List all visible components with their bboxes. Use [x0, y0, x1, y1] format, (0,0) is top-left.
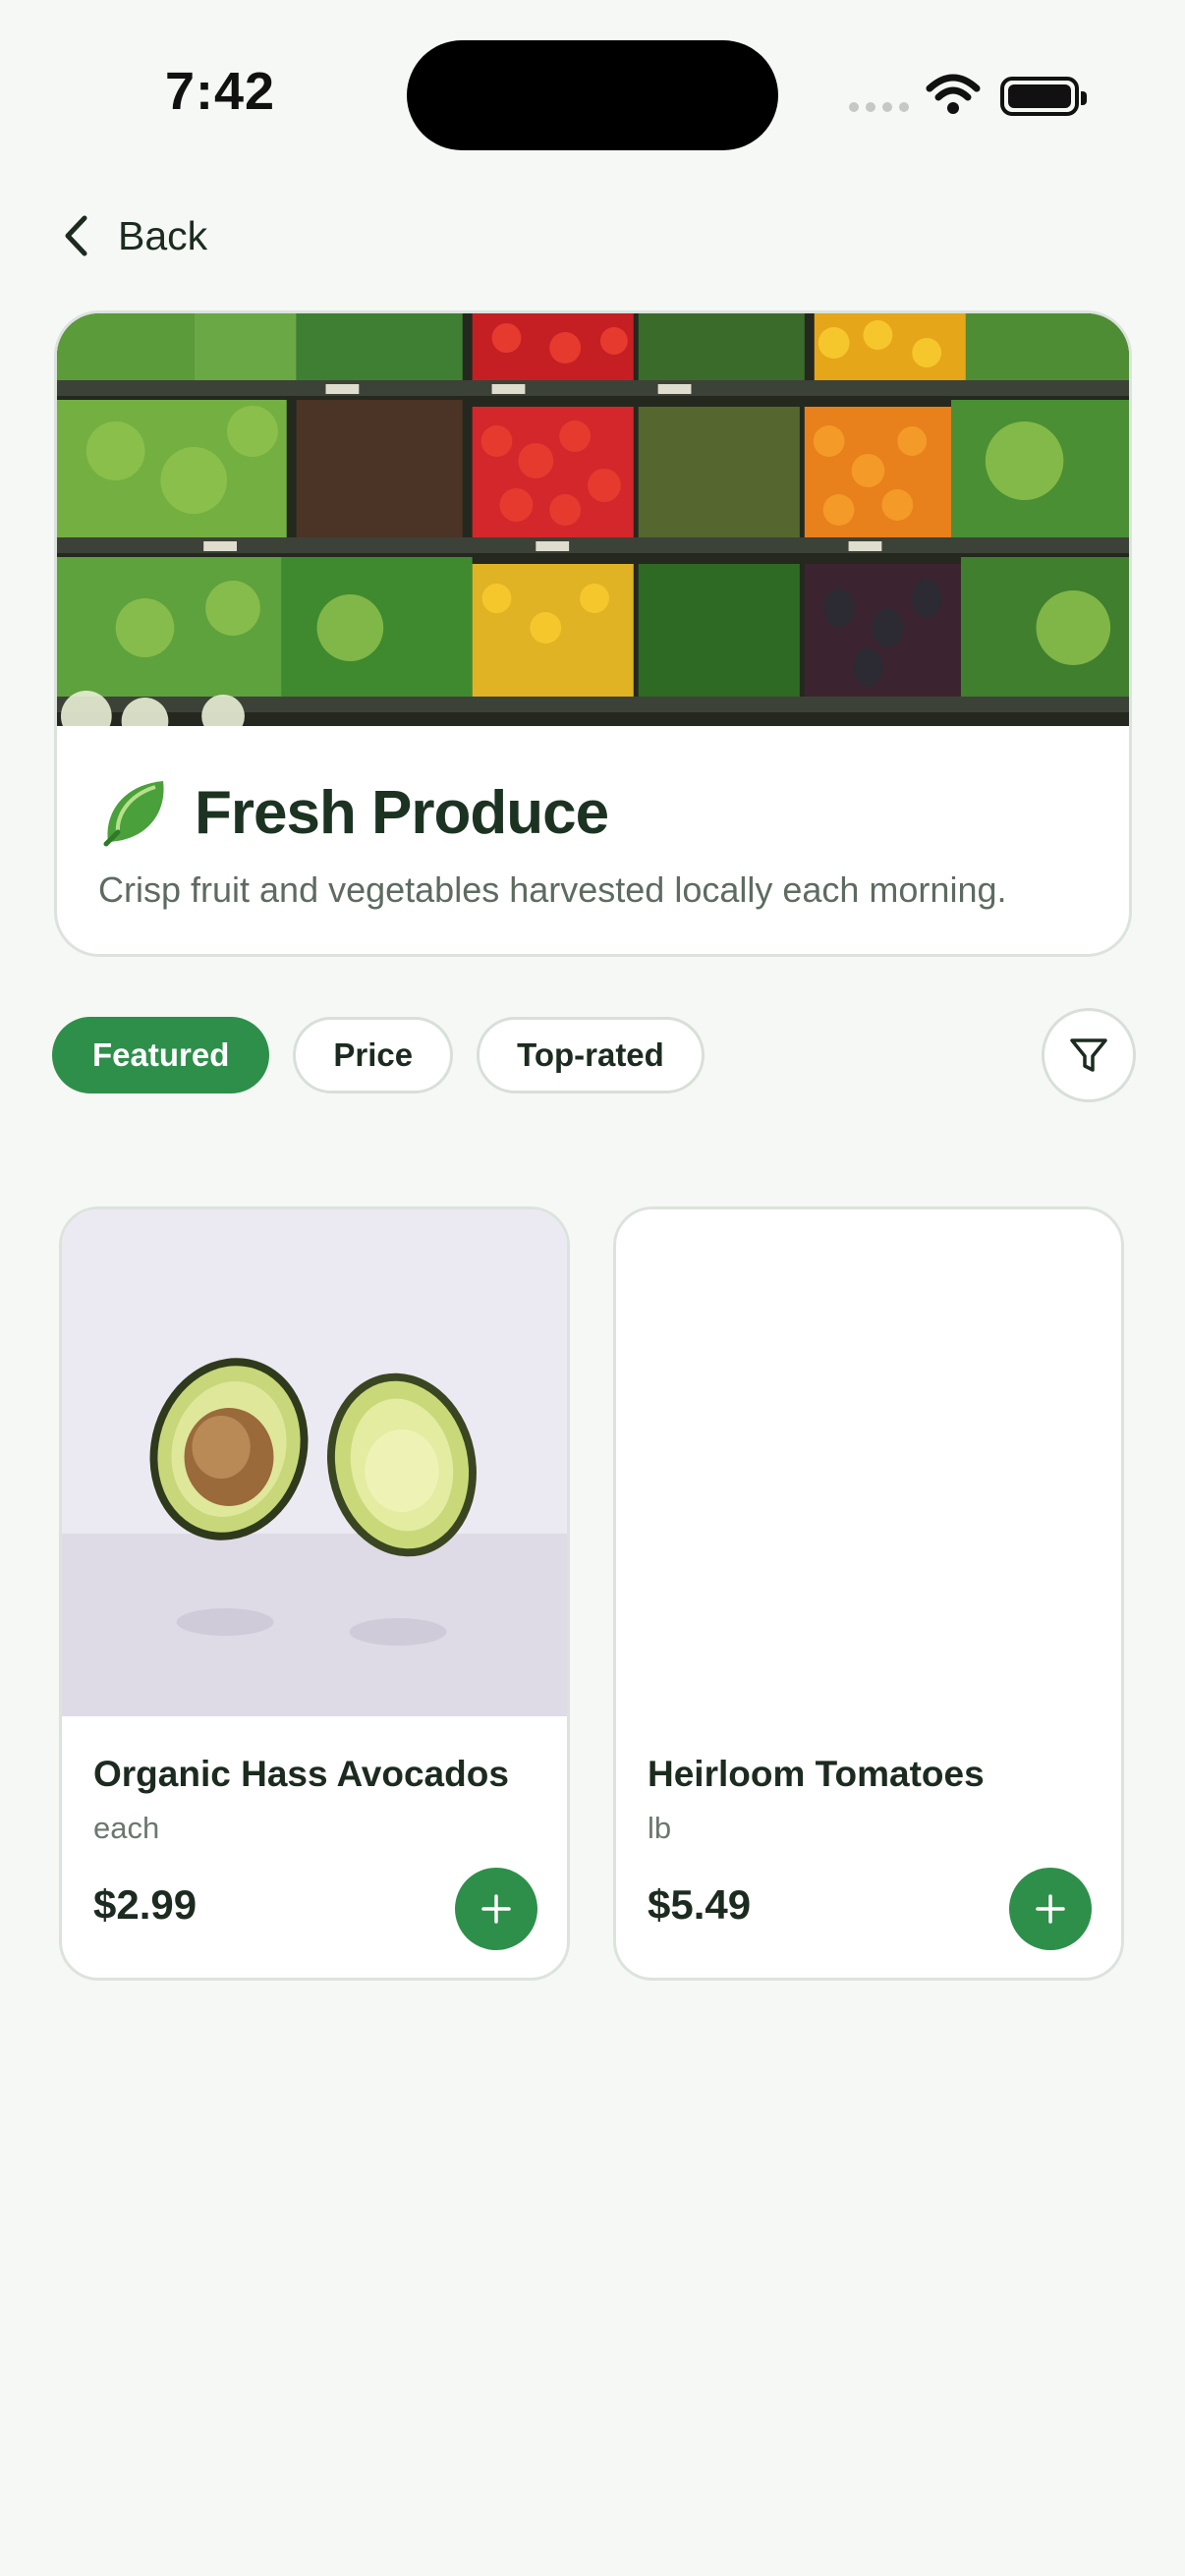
chip-top-rated[interactable]: Top-rated — [477, 1017, 705, 1093]
product-image-placeholder — [616, 1209, 1121, 1716]
wifi-icon — [926, 74, 981, 114]
chip-featured[interactable]: Featured — [52, 1017, 270, 1093]
back-button[interactable]: Back — [61, 206, 207, 265]
status-bar: 7:42 — [0, 0, 1185, 187]
filter-icon — [1070, 1038, 1107, 1072]
category-header-card: Fresh Produce Crisp fruit and vegetables… — [54, 310, 1132, 957]
product-name: Organic Hass Avocados — [93, 1754, 509, 1794]
category-title-row: Fresh Produce — [98, 775, 609, 850]
leafy-green-icon — [103, 781, 164, 847]
dynamic-island — [407, 40, 778, 150]
battery-icon — [1000, 77, 1087, 116]
product-category-screen: 7:42 Back Fresh Produce Crisp fruit and … — [0, 0, 1185, 2576]
plus-icon — [1036, 1894, 1065, 1924]
status-time: 7:42 — [165, 62, 276, 121]
add-to-cart-button[interactable] — [1009, 1868, 1092, 1950]
product-card[interactable]: Heirloom Tomatoes lb $5.49 — [613, 1206, 1124, 1981]
filter-button[interactable] — [1042, 1008, 1136, 1102]
product-unit: each — [93, 1811, 160, 1845]
avocado-image — [62, 1209, 567, 1716]
back-label: Back — [118, 212, 208, 258]
category-description: Crisp fruit and vegetables harvested loc… — [98, 869, 1007, 910]
produce-shelves-image — [57, 313, 1129, 726]
cellular-signal-icon — [849, 102, 909, 112]
category-title: Fresh Produce — [195, 778, 609, 847]
add-to-cart-button[interactable] — [455, 1868, 537, 1950]
product-price: $2.99 — [93, 1881, 198, 1928]
plus-icon — [481, 1894, 511, 1924]
chip-price[interactable]: Price — [293, 1017, 454, 1093]
product-price: $5.49 — [648, 1881, 752, 1928]
product-name: Heirloom Tomatoes — [648, 1754, 985, 1794]
chevron-left-icon — [65, 215, 87, 256]
sort-chips: Featured Price Top-rated — [52, 1017, 705, 1093]
product-card[interactable]: Organic Hass Avocados each $2.99 — [59, 1206, 570, 1981]
product-unit: lb — [648, 1811, 672, 1845]
